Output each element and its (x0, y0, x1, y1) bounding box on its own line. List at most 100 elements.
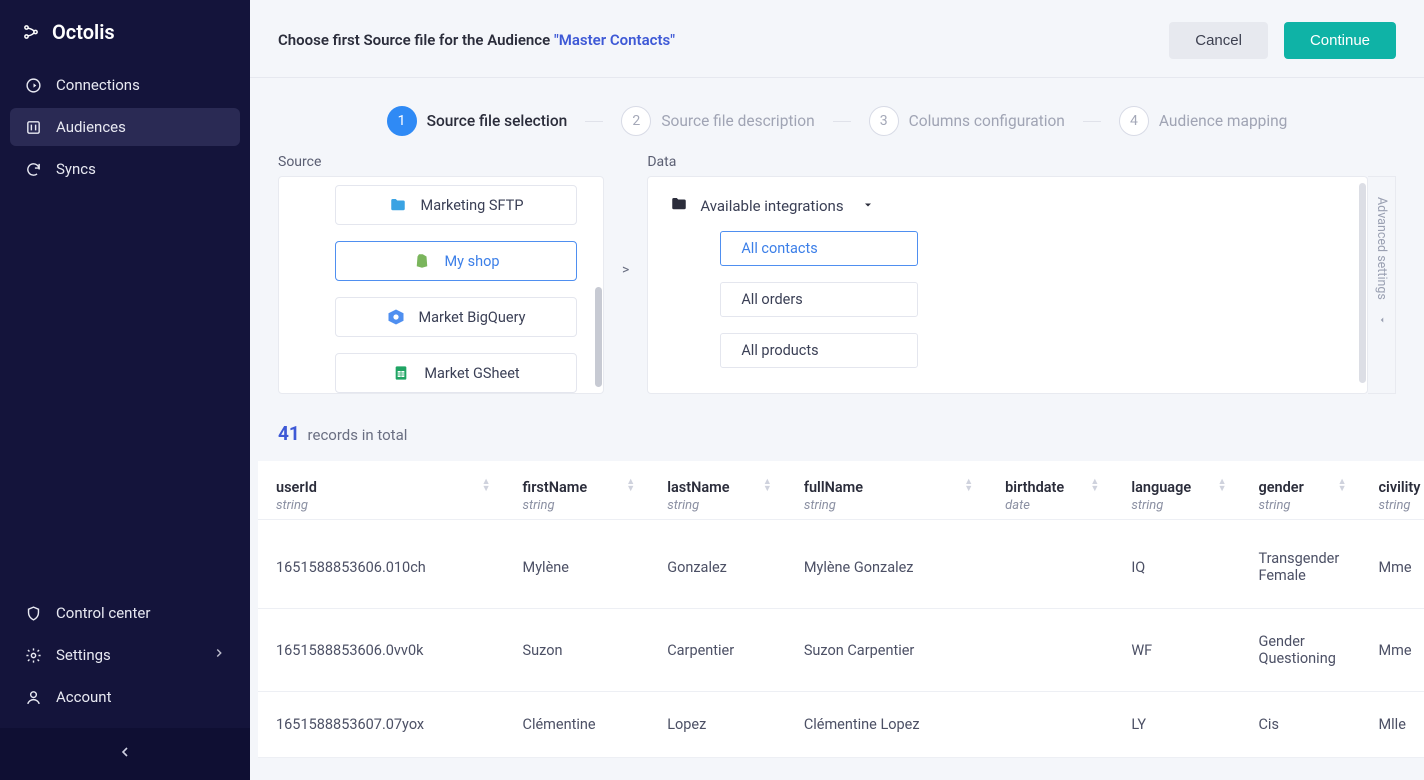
data-all-products[interactable]: All products (720, 333, 918, 368)
records-count: 41 records in total (250, 394, 1424, 455)
sort-icon: ▲▼ (1338, 479, 1347, 493)
bigquery-icon (387, 308, 405, 326)
step-label: Source file selection (427, 112, 568, 130)
cell-firstName: Clémentine (505, 692, 650, 758)
column-header[interactable]: fullNamestring▲▼ (786, 461, 987, 520)
advanced-settings-label: Advanced settings (1374, 197, 1389, 300)
step-number: 4 (1119, 106, 1149, 136)
nav-syncs[interactable]: Syncs (10, 150, 240, 188)
data-panel: Available integrations All contacts All … (647, 176, 1368, 394)
step-number: 3 (869, 106, 899, 136)
step-sep (833, 121, 851, 122)
cell-gender: Gender Questioning (1240, 609, 1360, 692)
stepper: 1 Source file selection 2 Source file de… (250, 78, 1424, 144)
source-panel-label: Source (278, 154, 604, 170)
records-table-wrap[interactable]: userIdstring▲▼firstNamestring▲▼lastNames… (258, 461, 1424, 758)
cell-birthdate (987, 520, 1113, 609)
sidebar-collapse[interactable] (0, 728, 250, 780)
cell-fullName: Clémentine Lopez (786, 692, 987, 758)
source-label: Market BigQuery (419, 309, 526, 326)
column-header[interactable]: firstNamestring▲▼ (505, 461, 650, 520)
cell-fullName: Suzon Carpentier (786, 609, 987, 692)
nav-account[interactable]: Account (10, 678, 240, 716)
cell-language: IQ (1113, 520, 1240, 609)
step-number: 2 (621, 106, 651, 136)
continue-button[interactable]: Continue (1284, 22, 1396, 59)
source-label: Market GSheet (424, 365, 519, 382)
logo-icon (22, 23, 40, 41)
nav-control-center[interactable]: Control center (10, 594, 240, 632)
logo: Octolis (0, 0, 250, 62)
table-row[interactable]: 1651588853606.010chMylèneGonzalezMylène … (258, 520, 1424, 609)
chevron-left-icon (117, 744, 133, 764)
connector-arrow: > (622, 262, 629, 286)
title-audience: "Master Contacts" (554, 31, 675, 49)
sort-icon: ▲▼ (763, 479, 772, 493)
table-row[interactable]: 1651588853606.0vv0kSuzonCarpentierSuzon … (258, 609, 1424, 692)
cell-language: LY (1113, 692, 1240, 758)
data-group-header[interactable]: Available integrations (670, 195, 1345, 217)
title-prefix: Choose first Source file for the Audienc… (278, 31, 554, 49)
step-3[interactable]: 3 Columns configuration (869, 106, 1065, 136)
step-label: Source file description (661, 112, 814, 130)
sort-icon: ▲▼ (964, 479, 973, 493)
caret-down-icon (862, 197, 874, 215)
column-header[interactable]: userIdstring▲▼ (258, 461, 505, 520)
step-sep (585, 121, 603, 122)
nav-label: Settings (56, 646, 111, 664)
source-market-gsheet[interactable]: Market GSheet (335, 353, 577, 393)
data-all-orders[interactable]: All orders (720, 282, 918, 317)
nav-label: Audiences (56, 118, 126, 136)
records-table: userIdstring▲▼firstNamestring▲▼lastNames… (258, 461, 1424, 758)
source-market-bigquery[interactable]: Market BigQuery (335, 297, 577, 337)
cell-userId: 1651588853607.07yox (258, 692, 505, 758)
source-marketing-sftp[interactable]: Marketing SFTP (335, 185, 577, 225)
cell-userId: 1651588853606.0vv0k (258, 609, 505, 692)
topbar: Choose first Source file for the Audienc… (250, 0, 1424, 78)
gear-icon (24, 646, 42, 664)
primary-nav: Connections Audiences Syncs (0, 62, 250, 586)
sync-icon (24, 160, 42, 178)
column-header[interactable]: civilitystring▲▼ (1360, 461, 1424, 520)
cell-firstName: Mylène (505, 520, 650, 609)
shopify-icon (413, 252, 431, 270)
chevron-right-icon (212, 646, 226, 664)
nav-settings[interactable]: Settings (10, 636, 240, 674)
sort-icon: ▲▼ (626, 479, 635, 493)
scrollbar[interactable] (595, 287, 602, 387)
cell-userId: 1651588853606.010ch (258, 520, 505, 609)
column-header[interactable]: languagestring▲▼ (1113, 461, 1240, 520)
column-header[interactable]: birthdatedate▲▼ (987, 461, 1113, 520)
shield-icon (24, 604, 42, 622)
brand-name: Octolis (52, 20, 115, 44)
folder-icon (389, 196, 407, 214)
step-number: 1 (387, 106, 417, 136)
records-number: 41 (278, 422, 300, 445)
cell-fullName: Mylène Gonzalez (786, 520, 987, 609)
cell-lastName: Carpentier (649, 609, 786, 692)
cancel-button[interactable]: Cancel (1169, 22, 1268, 59)
step-1[interactable]: 1 Source file selection (387, 106, 568, 136)
step-label: Columns configuration (909, 112, 1065, 130)
scrollbar[interactable] (1359, 183, 1366, 383)
cell-lastName: Lopez (649, 692, 786, 758)
nav-audiences[interactable]: Audiences (10, 108, 240, 146)
data-all-contacts[interactable]: All contacts (720, 231, 918, 266)
nav-connections[interactable]: Connections (10, 66, 240, 104)
sort-icon: ▲▼ (1090, 479, 1099, 493)
step-2[interactable]: 2 Source file description (621, 106, 814, 136)
advanced-settings-rail[interactable]: Advanced settings (1368, 176, 1396, 394)
source-my-shop[interactable]: My shop (335, 241, 577, 281)
cell-lastName: Gonzalez (649, 520, 786, 609)
step-4[interactable]: 4 Audience mapping (1119, 106, 1288, 136)
secondary-nav: Control center Settings Account (0, 586, 250, 728)
nav-label: Connections (56, 76, 140, 94)
cell-gender: Cis (1240, 692, 1360, 758)
nav-label: Control center (56, 604, 150, 622)
data-group-label: Available integrations (700, 197, 843, 215)
step-sep (1083, 121, 1101, 122)
column-header[interactable]: genderstring▲▼ (1240, 461, 1360, 520)
table-row[interactable]: 1651588853607.07yoxClémentineLopezClémen… (258, 692, 1424, 758)
column-header[interactable]: lastNamestring▲▼ (649, 461, 786, 520)
nav-label: Account (56, 688, 112, 706)
